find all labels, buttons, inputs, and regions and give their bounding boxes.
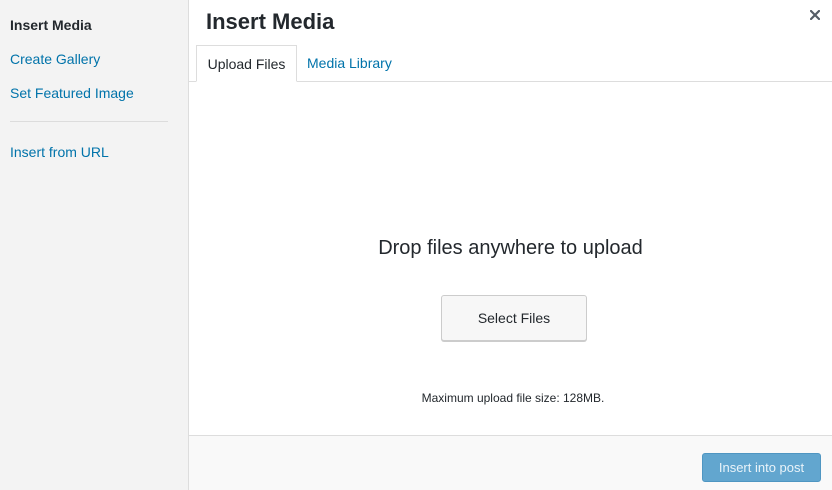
insert-into-post-button[interactable]: Insert into post <box>702 453 821 482</box>
menu-separator <box>10 121 168 122</box>
tab-media-library[interactable]: Media Library <box>297 45 402 82</box>
select-files-button[interactable]: Select Files <box>441 295 587 341</box>
drop-files-instructions: Drop files anywhere to upload <box>378 237 643 259</box>
close-button[interactable] <box>804 4 826 26</box>
insert-media-modal: Insert Media Create Gallery Set Featured… <box>0 0 832 490</box>
menu-item-insert-from-url[interactable]: Insert from URL <box>10 143 109 161</box>
menu-item-create-gallery[interactable]: Create Gallery <box>10 50 100 68</box>
tab-upload-files[interactable]: Upload Files <box>196 45 297 82</box>
menu-item-insert-media[interactable]: Insert Media <box>10 16 92 34</box>
modal-title: Insert Media <box>206 9 335 34</box>
menu-item-set-featured-image[interactable]: Set Featured Image <box>10 84 134 102</box>
media-menu-sidebar: Insert Media Create Gallery Set Featured… <box>0 0 189 490</box>
close-icon <box>810 10 820 20</box>
max-upload-size-text: Maximum upload file size: 128MB. <box>421 391 605 405</box>
